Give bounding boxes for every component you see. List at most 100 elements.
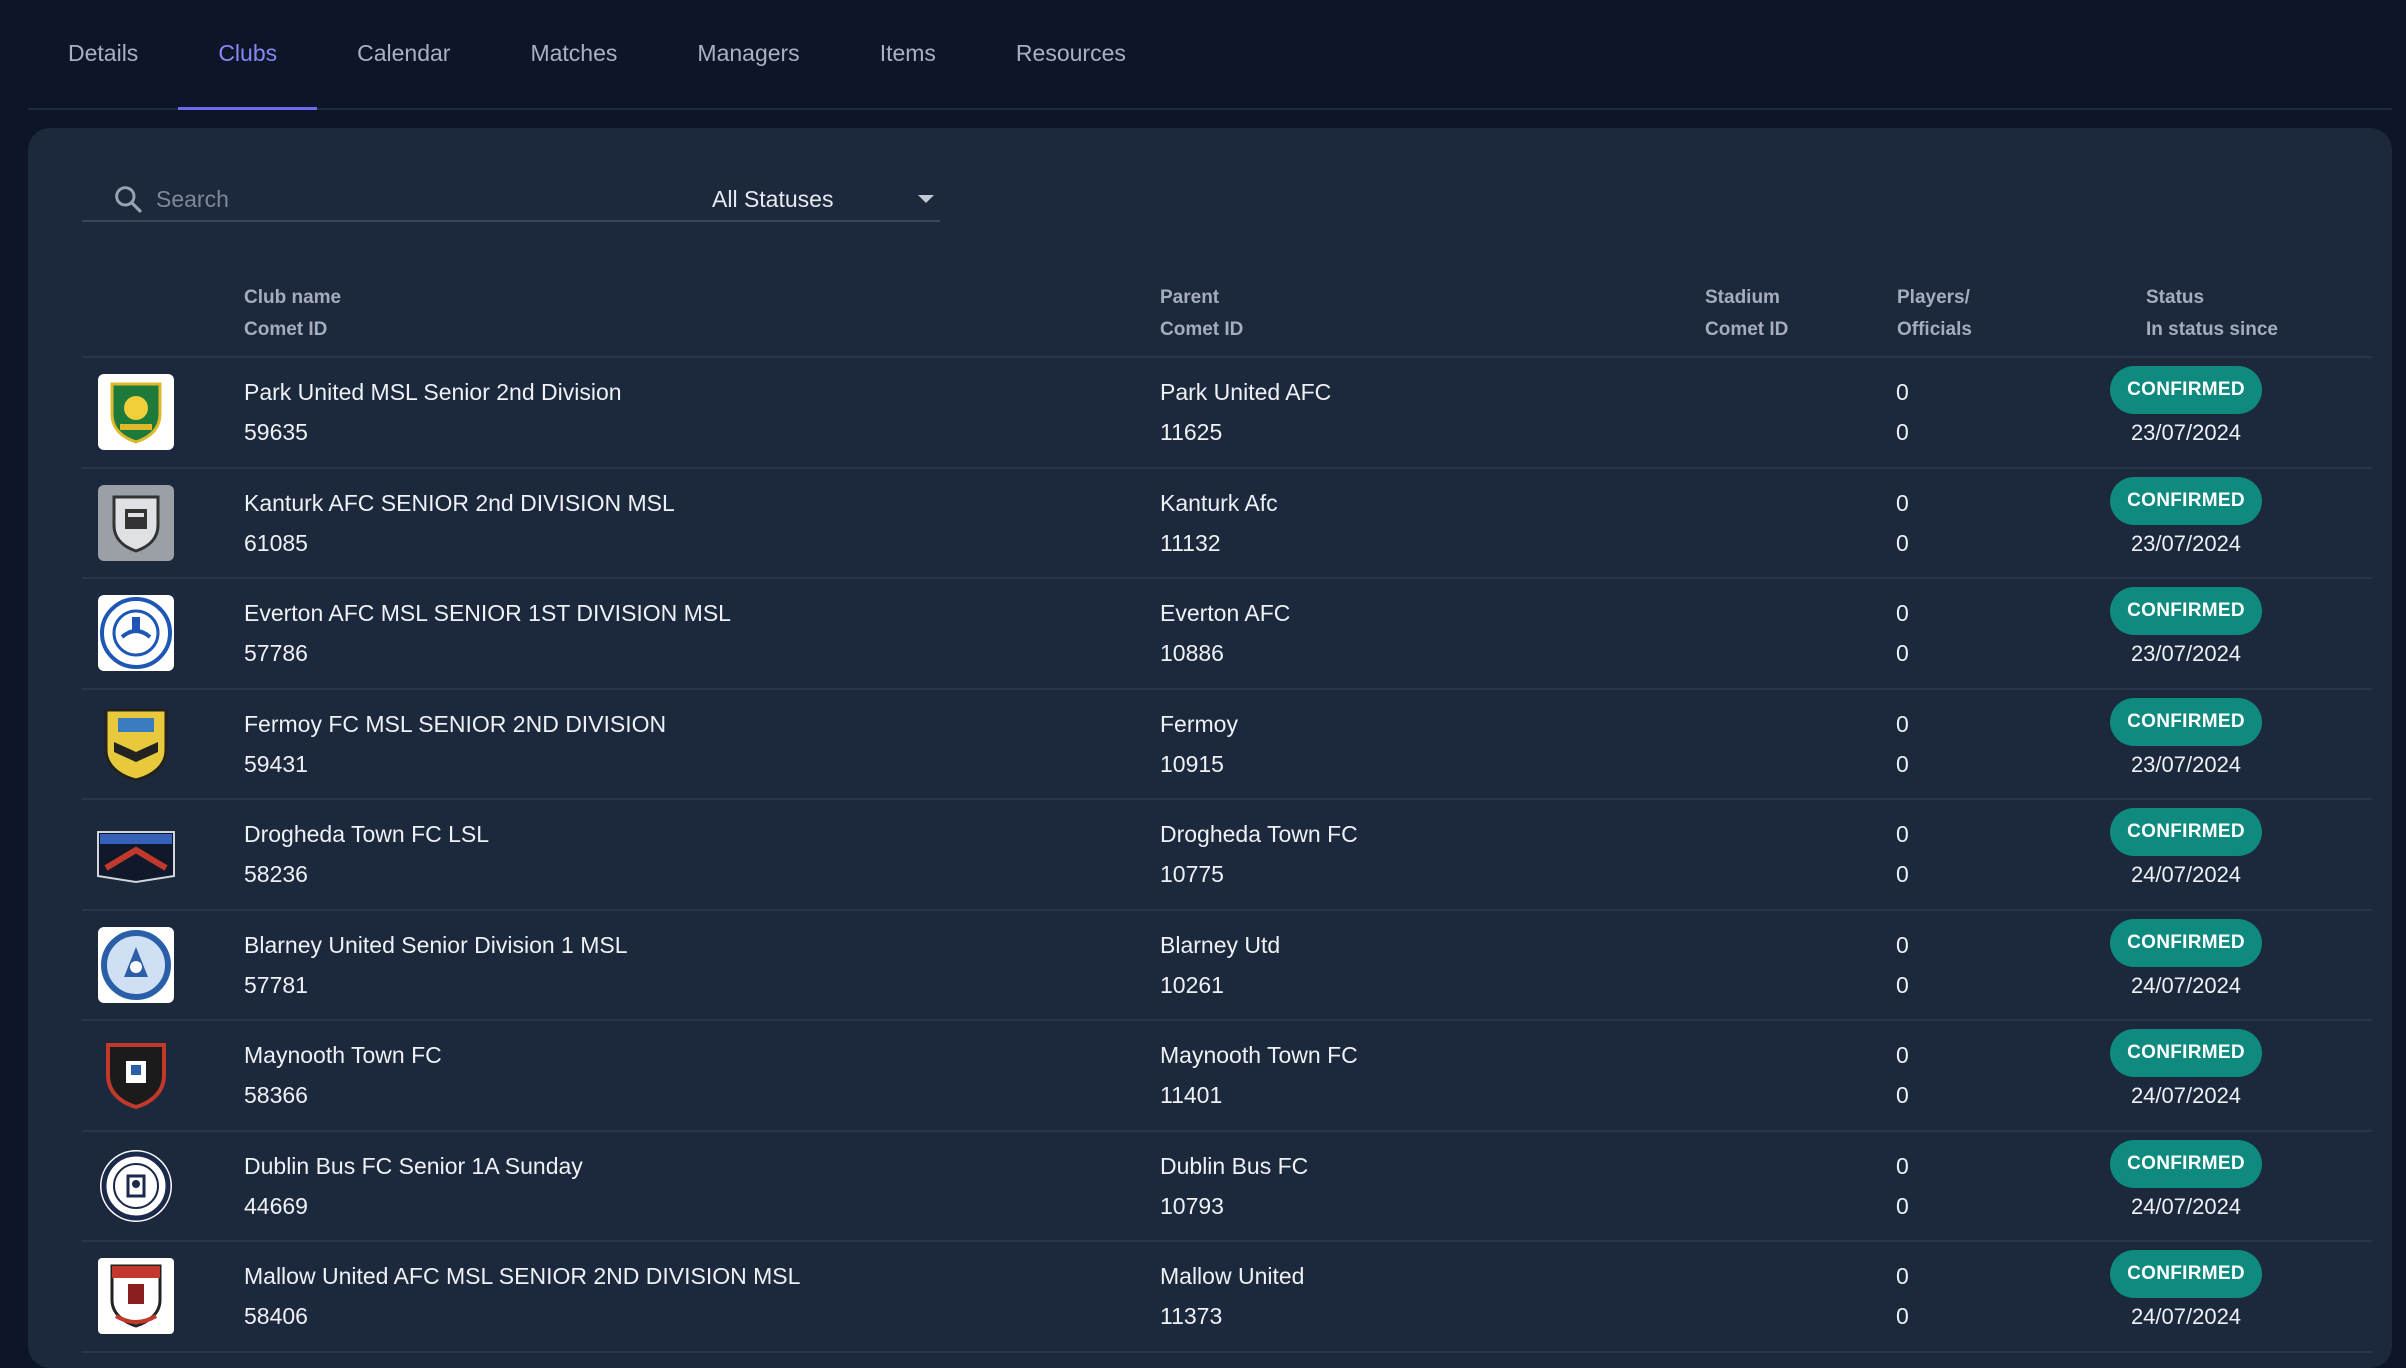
clubs-table-body: Park United MSL Senior 2nd Division 59635… xyxy=(82,358,2372,1353)
col-stadium-label: Stadium xyxy=(1705,287,1780,308)
players-officials-cell: 00 xyxy=(1896,483,1909,563)
status-since-date: 24/07/2024 xyxy=(2130,1304,2242,1329)
col-status[interactable]: Status In status since xyxy=(2146,282,2278,346)
parent-cell: Park United AFC 11625 xyxy=(1160,372,1331,452)
status-since-date: 24/07/2024 xyxy=(2130,1193,2242,1219)
status-badge: CONFIRMED xyxy=(2110,476,2262,525)
parent-name: Drogheda Town FC xyxy=(1160,821,1358,847)
tab-managers[interactable]: Managers xyxy=(657,0,839,108)
parent-cell: Everton AFC 10886 xyxy=(1160,593,1290,673)
col-status-since-label: In status since xyxy=(2146,319,2278,340)
clubs-panel: All Statuses Club name Comet ID Parent C… xyxy=(28,128,2392,1368)
club-name: Maynooth Town FC xyxy=(244,1042,442,1068)
parent-comet-id: 11625 xyxy=(1160,419,1223,445)
tab-resources[interactable]: Resources xyxy=(976,0,1166,108)
tab-calendar[interactable]: Calendar xyxy=(317,0,490,108)
status-badge: CONFIRMED xyxy=(2110,918,2262,967)
officials-count: 0 xyxy=(1896,1303,1909,1329)
parent-comet-id: 10886 xyxy=(1160,640,1224,666)
table-row[interactable]: Everton AFC MSL SENIOR 1ST DIVISION MSL 5… xyxy=(82,579,2372,690)
tab-clubs[interactable]: Clubs xyxy=(178,0,317,110)
status-badge: CONFIRMED xyxy=(2110,697,2262,746)
parent-comet-id: 10793 xyxy=(1160,1192,1224,1219)
col-officials-label: Officials xyxy=(1897,319,1972,340)
club-name-cell: Mallow United AFC MSL SENIOR 2ND DIVISIO… xyxy=(244,1256,800,1336)
table-row[interactable]: Mallow United AFC MSL SENIOR 2ND DIVISIO… xyxy=(82,1242,2372,1353)
club-name-cell: Park United MSL Senior 2nd Division 59635 xyxy=(244,372,622,452)
officials-count: 0 xyxy=(1896,640,1909,666)
table-row[interactable]: Fermoy FC MSL SENIOR 2ND DIVISION 59431 Fe… xyxy=(82,690,2372,800)
club-logo xyxy=(96,1256,176,1336)
search-icon xyxy=(115,186,142,213)
search-input[interactable] xyxy=(156,185,696,213)
parent-name: Park United AFC xyxy=(1160,379,1332,405)
status-badge: CONFIRMED xyxy=(2110,808,2262,856)
table-row[interactable]: Blarney United Senior Division 1 MSL 5778… xyxy=(82,911,2372,1021)
club-logo xyxy=(96,593,176,673)
club-name: Blarney United Senior Division 1 MSL xyxy=(244,931,628,958)
chevron-down-icon xyxy=(918,195,934,203)
tab-details[interactable]: Details xyxy=(28,0,178,108)
club-logo xyxy=(96,483,176,563)
parent-cell: Drogheda Town FC 10775 xyxy=(1160,814,1358,894)
col-club-name-label: Club name xyxy=(244,287,342,308)
club-logo xyxy=(96,1146,176,1226)
club-name-cell: Maynooth Town FC 58366 xyxy=(244,1035,442,1115)
tab-matches[interactable]: Matches xyxy=(490,0,657,108)
club-name: Everton AFC MSL SENIOR 1ST DIVISION MSL xyxy=(244,600,731,626)
parent-name: Fermoy xyxy=(1160,710,1238,737)
parent-comet-id: 10261 xyxy=(1160,971,1224,998)
club-logo xyxy=(96,814,176,894)
col-parent[interactable]: Parent Comet ID xyxy=(1160,282,1243,346)
parent-name: Kanturk Afc xyxy=(1160,489,1278,516)
col-players-officials[interactable]: Players/ Officials xyxy=(1897,282,1972,346)
table-row[interactable]: Park United MSL Senior 2nd Division 59635… xyxy=(82,358,2372,469)
col-comet-id-label: Comet ID xyxy=(244,319,328,340)
col-stadium[interactable]: Stadium Comet ID xyxy=(1705,282,1788,346)
parent-name: Mallow United xyxy=(1160,1263,1305,1289)
parent-cell: Mallow United 11373 xyxy=(1160,1256,1304,1336)
parent-name: Blarney Utd xyxy=(1160,931,1281,958)
club-name: Park United MSL Senior 2nd Division xyxy=(244,379,622,405)
parent-comet-id: 10915 xyxy=(1160,750,1224,777)
players-count: 0 xyxy=(1896,489,1909,516)
officials-count: 0 xyxy=(1896,1192,1909,1219)
club-name-cell: Everton AFC MSL SENIOR 1ST DIVISION MSL 5… xyxy=(244,593,731,673)
table-row[interactable]: Kanturk AFC SENIOR 2nd DIVISION MSL 61085… xyxy=(82,469,2372,579)
tab-items[interactable]: Items xyxy=(840,0,976,108)
club-name: Kanturk AFC SENIOR 2nd DIVISION MSL xyxy=(244,489,675,516)
status-badge: CONFIRMED xyxy=(2110,1139,2262,1188)
parent-cell: Blarney Utd 10261 xyxy=(1160,925,1280,1005)
parent-name: Maynooth Town FC xyxy=(1160,1042,1358,1068)
table-row[interactable]: Dublin Bus FC Senior 1A Sunday 44669 Dubli… xyxy=(82,1132,2372,1242)
status-since-date: 23/07/2024 xyxy=(2130,641,2242,666)
status-since-date: 23/07/2024 xyxy=(2130,530,2242,556)
players-count: 0 xyxy=(1896,710,1909,737)
club-comet-id: 44669 xyxy=(244,1192,308,1219)
table-row[interactable]: Maynooth Town FC 58366 Maynooth Town FC 114… xyxy=(82,1021,2372,1132)
club-comet-id: 59431 xyxy=(244,750,308,777)
col-parent-label: Parent xyxy=(1160,287,1220,308)
players-count: 0 xyxy=(1896,600,1909,626)
club-name-cell: Dublin Bus FC Senior 1A Sunday 44669 xyxy=(244,1146,583,1226)
status-since-date: 23/07/2024 xyxy=(2130,751,2242,777)
club-comet-id: 57781 xyxy=(244,971,308,998)
status-filter-value: All Statuses xyxy=(712,185,834,212)
search-field[interactable] xyxy=(82,178,716,222)
parent-name: Dublin Bus FC xyxy=(1160,1152,1309,1179)
club-name-cell: Fermoy FC MSL SENIOR 2ND DIVISION 59431 xyxy=(244,704,666,784)
club-name: Mallow United AFC MSL SENIOR 2ND DIVISIO… xyxy=(244,1263,801,1289)
officials-count: 0 xyxy=(1896,971,1909,998)
status-filter-select[interactable]: All Statuses xyxy=(712,178,940,222)
players-officials-cell: 00 xyxy=(1896,925,1909,1005)
col-players-label: Players/ xyxy=(1897,287,1970,308)
status-since-date: 23/07/2024 xyxy=(2130,420,2242,445)
club-name-cell: Blarney United Senior Division 1 MSL 5778… xyxy=(244,925,628,1005)
club-comet-id: 61085 xyxy=(244,529,308,556)
status-badge: CONFIRMED xyxy=(2110,366,2262,414)
parent-comet-id: 10775 xyxy=(1160,861,1224,887)
parent-comet-id: 11132 xyxy=(1160,529,1221,556)
players-officials-cell: 00 xyxy=(1896,593,1909,673)
col-club-name[interactable]: Club name Comet ID xyxy=(244,282,341,346)
table-row[interactable]: Drogheda Town FC LSL 58236 Drogheda Town F… xyxy=(82,800,2372,911)
